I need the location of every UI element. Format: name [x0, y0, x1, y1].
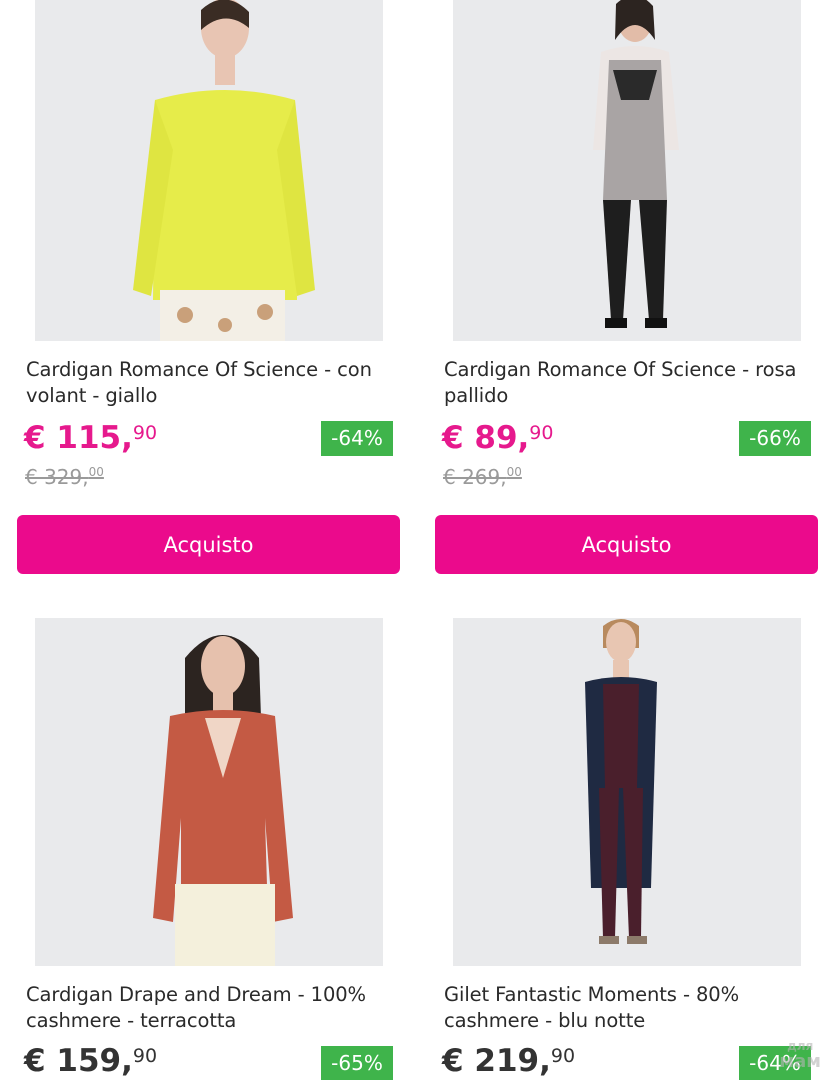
original-price-decimal: 00	[506, 465, 522, 479]
price-integer: 159,	[56, 1043, 133, 1079]
original-price: € 269,00	[443, 465, 522, 489]
product-price: € 89,90	[442, 420, 553, 456]
buy-button[interactable]: Acquisto	[435, 515, 818, 574]
price-decimal: 90	[132, 1045, 158, 1067]
product-image[interactable]	[453, 618, 801, 966]
watermark-line2: мам	[779, 1051, 821, 1072]
original-price: € 329,00	[25, 465, 104, 489]
price-currency: €	[24, 1043, 46, 1079]
product-title[interactable]: Cardigan Romance Of Science - con volant…	[26, 357, 398, 409]
price-integer: 89,	[474, 420, 530, 456]
price-integer: 219,	[474, 1043, 551, 1079]
product-title[interactable]: Cardigan Drape and Dream - 100% cashmere…	[26, 982, 398, 1034]
product-title[interactable]: Gilet Fantastic Moments - 80% cashmere -…	[444, 982, 816, 1034]
original-price-integer: € 269,	[443, 465, 507, 489]
product-price: € 159,90	[24, 1043, 157, 1079]
discount-badge: -66%	[739, 421, 811, 456]
price-decimal: 90	[550, 1045, 576, 1067]
product-image[interactable]	[35, 0, 383, 341]
product-image[interactable]	[453, 0, 801, 341]
price-currency: €	[442, 420, 464, 456]
product-image[interactable]	[35, 618, 383, 966]
original-price-integer: € 329,	[25, 465, 89, 489]
price-currency: €	[24, 420, 46, 456]
discount-badge: -64%	[321, 421, 393, 456]
original-price-decimal: 00	[88, 465, 104, 479]
product-grid: Cardigan Romance Of Science - con volant…	[0, 0, 835, 1080]
price-decimal: 90	[529, 422, 554, 444]
price-decimal: 90	[132, 422, 158, 444]
watermark-logo: для мам	[779, 1038, 821, 1072]
product-title[interactable]: Cardigan Romance Of Science - rosa palli…	[444, 357, 816, 409]
price-currency: €	[442, 1043, 464, 1079]
discount-badge: -65%	[321, 1046, 393, 1080]
buy-button[interactable]: Acquisto	[17, 515, 400, 574]
price-integer: 115,	[56, 420, 133, 456]
product-price: € 219,90	[442, 1043, 575, 1079]
product-price: € 115,90	[24, 420, 157, 456]
